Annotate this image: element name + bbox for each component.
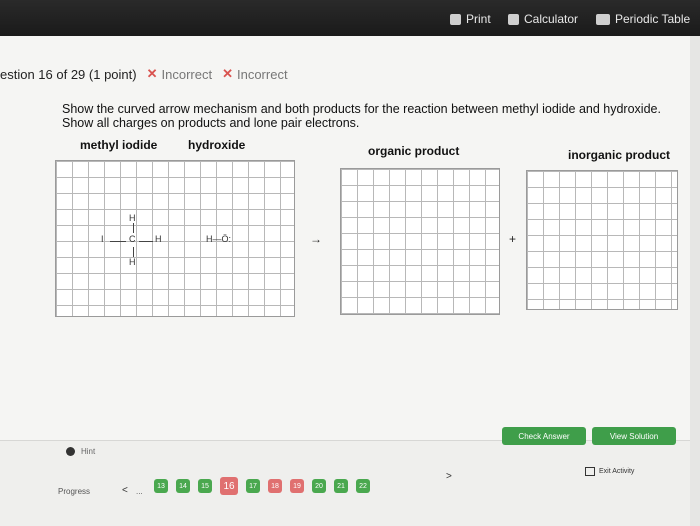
- progress-prev[interactable]: <: [122, 485, 128, 496]
- atom-hydrogen-right[interactable]: H: [155, 234, 162, 244]
- atom-hydrogen-top[interactable]: H: [129, 213, 136, 223]
- top-toolbar: Print Calculator Periodic Table: [0, 0, 700, 36]
- progress-item[interactable]: 14: [176, 479, 190, 493]
- atom-iodine[interactable]: I: [101, 234, 104, 244]
- label-hydroxide: hydroxide: [188, 138, 246, 152]
- inorganic-product-canvas[interactable]: [526, 170, 678, 310]
- organic-product-canvas[interactable]: [340, 168, 500, 315]
- periodic-table-button[interactable]: Periodic Table: [596, 12, 690, 26]
- atom-carbon[interactable]: C: [129, 234, 136, 244]
- progress-next[interactable]: >: [446, 471, 452, 482]
- progress-item[interactable]: 13: [154, 479, 168, 493]
- periodic-table-icon: [596, 13, 610, 25]
- calculator-icon: [508, 13, 519, 25]
- label-organic-product: organic product: [368, 144, 460, 158]
- progress-label: Progress: [58, 487, 91, 496]
- check-answer-button[interactable]: Check Answer: [502, 427, 586, 445]
- view-solution-button[interactable]: View Solution: [592, 427, 676, 445]
- progress-item[interactable]: 20: [312, 479, 326, 493]
- bottom-bar: Check Answer View Solution Hint Exit Act…: [0, 427, 690, 526]
- hint-icon: [66, 447, 75, 456]
- x-icon: ✕: [146, 66, 158, 81]
- hint-button[interactable]: Hint: [66, 447, 95, 456]
- bond-c-h-right[interactable]: [139, 241, 153, 242]
- progress-item[interactable]: 18: [268, 479, 282, 493]
- printer-icon: [450, 13, 461, 25]
- exit-icon: [585, 467, 595, 476]
- label-inorganic-product: inorganic product: [568, 148, 670, 162]
- question-header: estion 16 of 29 (1 point) ✕ Incorrect ✕ …: [0, 66, 288, 82]
- calculator-button[interactable]: Calculator: [508, 12, 578, 26]
- question-prompt: Show the curved arrow mechanism and both…: [62, 102, 661, 130]
- progress-ellipsis: ...: [136, 487, 143, 496]
- progress-item[interactable]: 17: [246, 479, 260, 493]
- exit-activity-button[interactable]: Exit Activity: [585, 467, 634, 476]
- progress-item[interactable]: 19: [290, 479, 304, 493]
- x-icon: ✕: [222, 66, 233, 81]
- bond-c-h-bottom[interactable]: [133, 247, 134, 257]
- progress-item[interactable]: 21: [334, 479, 348, 493]
- attempt-incorrect-1[interactable]: ✕ Incorrect: [147, 66, 212, 82]
- question-number: estion 16 of 29 (1 point): [0, 66, 137, 82]
- bond-c-h-top[interactable]: [133, 223, 134, 233]
- atom-hydrogen-bottom[interactable]: H: [129, 257, 136, 267]
- progress-item[interactable]: 16: [220, 477, 238, 495]
- progress-tracker: 13 14 15 16 17 18 19 20 21 22: [154, 477, 370, 495]
- attempt-incorrect-2[interactable]: ✕ Incorrect: [222, 66, 287, 82]
- label-methyl-iodide: methyl iodide: [80, 138, 158, 152]
- reaction-arrow: →: [310, 232, 322, 246]
- progress-item[interactable]: 15: [198, 479, 212, 493]
- plus-sign: +: [509, 232, 517, 246]
- bond-c-i[interactable]: [110, 241, 126, 242]
- hydroxide-structure[interactable]: H—Ö:: [206, 234, 231, 244]
- progress-item[interactable]: 22: [356, 479, 370, 493]
- reactant-canvas[interactable]: I C H H H H—Ö:: [55, 160, 295, 317]
- print-button[interactable]: Print: [450, 12, 491, 26]
